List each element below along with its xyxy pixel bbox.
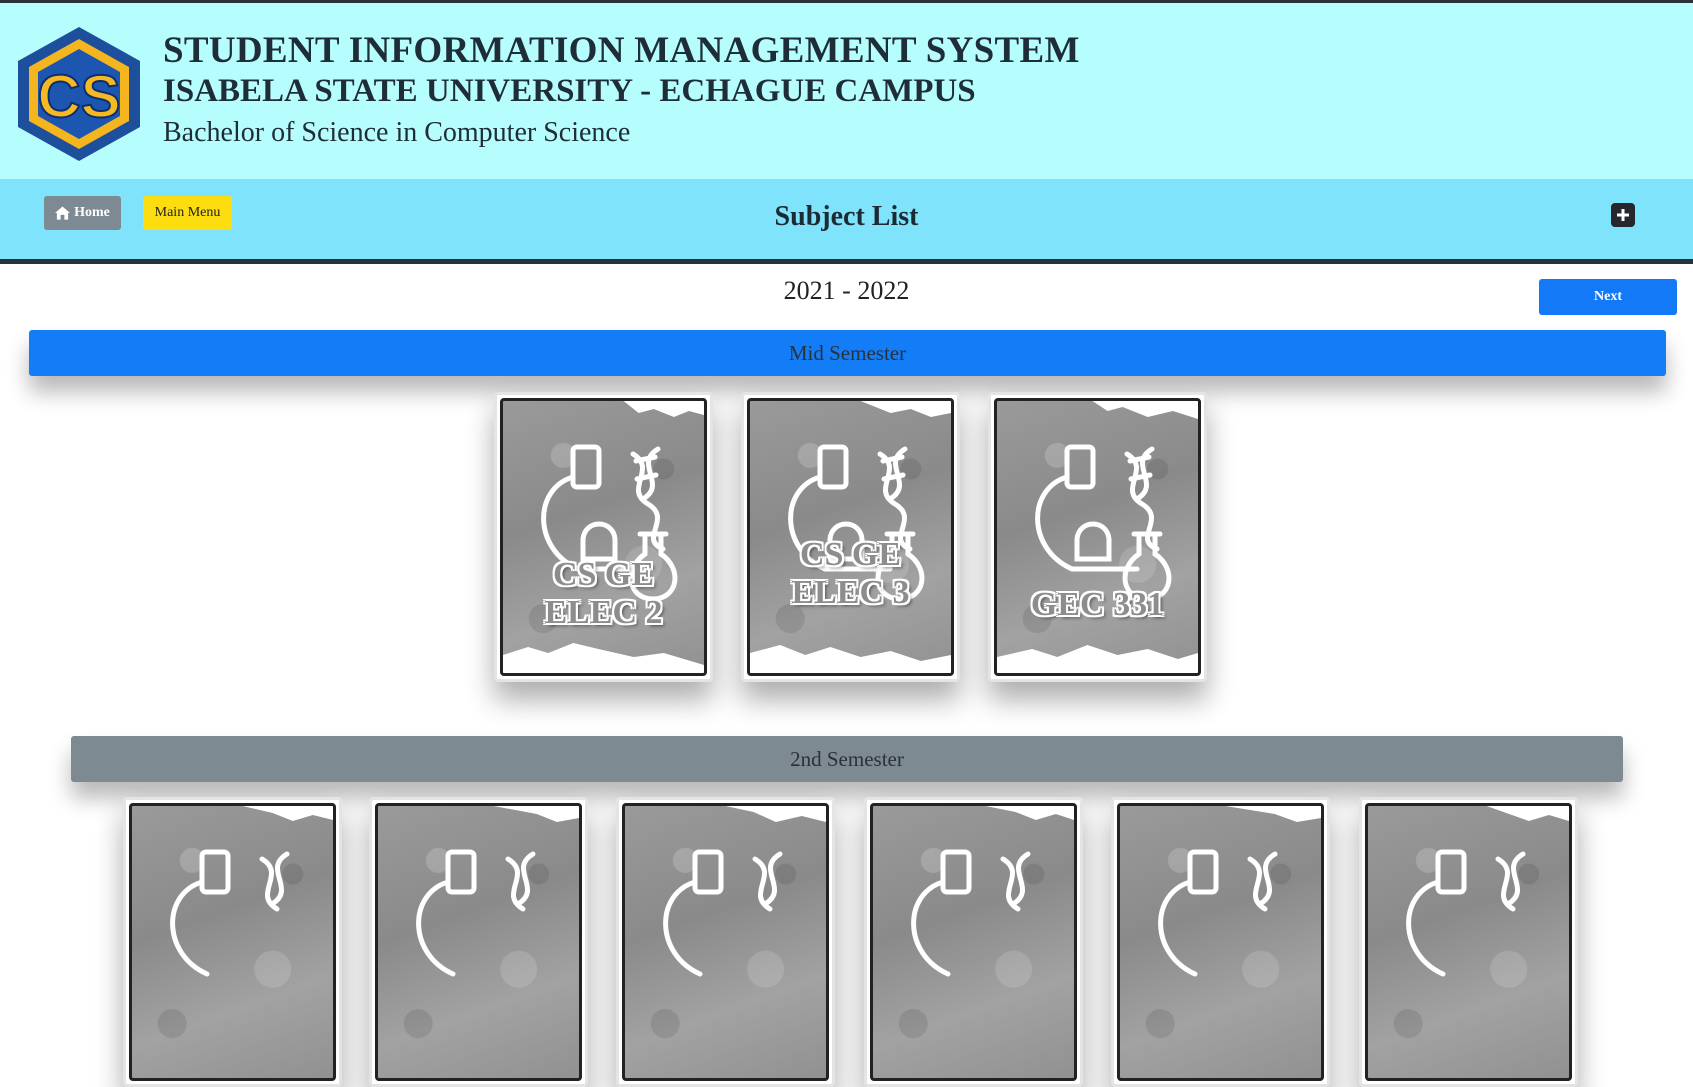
subject-card[interactable]: CS GE ELEC 2 [494, 392, 713, 682]
subject-card[interactable] [1111, 797, 1330, 1087]
system-title: STUDENT INFORMATION MANAGEMENT SYSTEM [163, 30, 1080, 71]
science-icon [663, 849, 783, 977]
page-title: Subject List [774, 201, 919, 232]
subject-card[interactable]: CS GE ELEC 3 [741, 392, 960, 682]
science-icon [1035, 444, 1172, 602]
add-subject-button[interactable] [1611, 203, 1635, 227]
semester-header-2nd: 2nd Semester [71, 736, 1623, 782]
subject-card[interactable] [864, 797, 1083, 1087]
subject-card[interactable] [616, 797, 835, 1087]
site-header: CS STUDENT INFORMATION MANAGEMENT SYSTEM… [0, 3, 1693, 179]
subject-card[interactable] [369, 797, 588, 1087]
science-icon [1406, 849, 1526, 977]
subject-code: CS GE ELEC 2 [544, 556, 663, 631]
subject-card[interactable] [1359, 797, 1578, 1087]
plus-icon [1617, 209, 1629, 221]
next-button[interactable]: Next [1539, 279, 1677, 315]
subject-card[interactable]: GEC 331 [988, 392, 1207, 682]
cs-logo: CS [18, 27, 140, 161]
university-name: ISABELA STATE UNIVERSITY - ECHAGUE CAMPU… [163, 73, 976, 109]
subject-card[interactable] [123, 797, 342, 1087]
science-icon [170, 849, 290, 977]
science-icon [911, 849, 1031, 977]
subject-code: CS GE ELEC 3 [791, 536, 910, 611]
subject-code: GEC 331 [1030, 586, 1165, 623]
nav-bar: Home Main Menu Subject List [0, 179, 1693, 264]
school-year: 2021 - 2022 [783, 276, 910, 305]
semester-header-mid: Mid Semester [29, 330, 1666, 376]
program-name: Bachelor of Science in Computer Science [163, 117, 631, 148]
svg-text:CS: CS [37, 63, 120, 130]
science-icon [416, 849, 536, 977]
science-icon [1158, 849, 1278, 977]
